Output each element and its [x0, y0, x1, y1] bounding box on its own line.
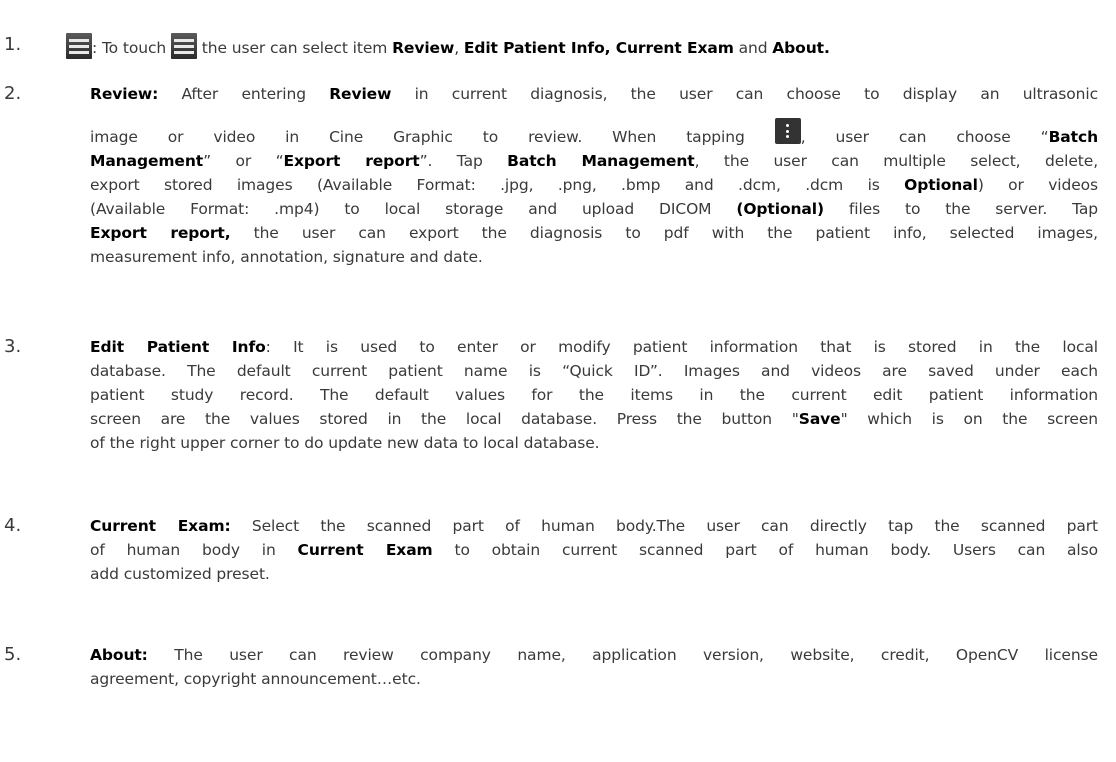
item-4-text: Current Exam: Select the scanned part of…: [90, 517, 1098, 583]
manual-page: 1. : To touch the user can select item R…: [0, 0, 1116, 762]
item-1-text: : To touch the user can select item Revi…: [66, 33, 1106, 60]
item-5-text: About: The user can review company name,…: [90, 646, 1098, 688]
item-number: 5.: [4, 644, 22, 665]
term-review-label: Review:: [90, 85, 159, 103]
term-review: Review: [392, 39, 455, 57]
term-edit-current: Edit Patient Info, Current Exam: [463, 39, 734, 57]
item-number: 3.: [4, 336, 22, 357]
menu-icon: [66, 33, 92, 59]
item-3-text: Edit Patient Info: It is used to enter o…: [90, 338, 1098, 452]
item-number: 1.: [4, 34, 22, 55]
term-about: About.: [772, 39, 830, 57]
item-number: 4.: [4, 515, 22, 536]
item-2-text: Review: After entering Review in current…: [90, 85, 1099, 266]
menu-icon: [170, 33, 197, 59]
more-options-icon: [774, 118, 801, 144]
item-number: 2.: [4, 83, 22, 104]
